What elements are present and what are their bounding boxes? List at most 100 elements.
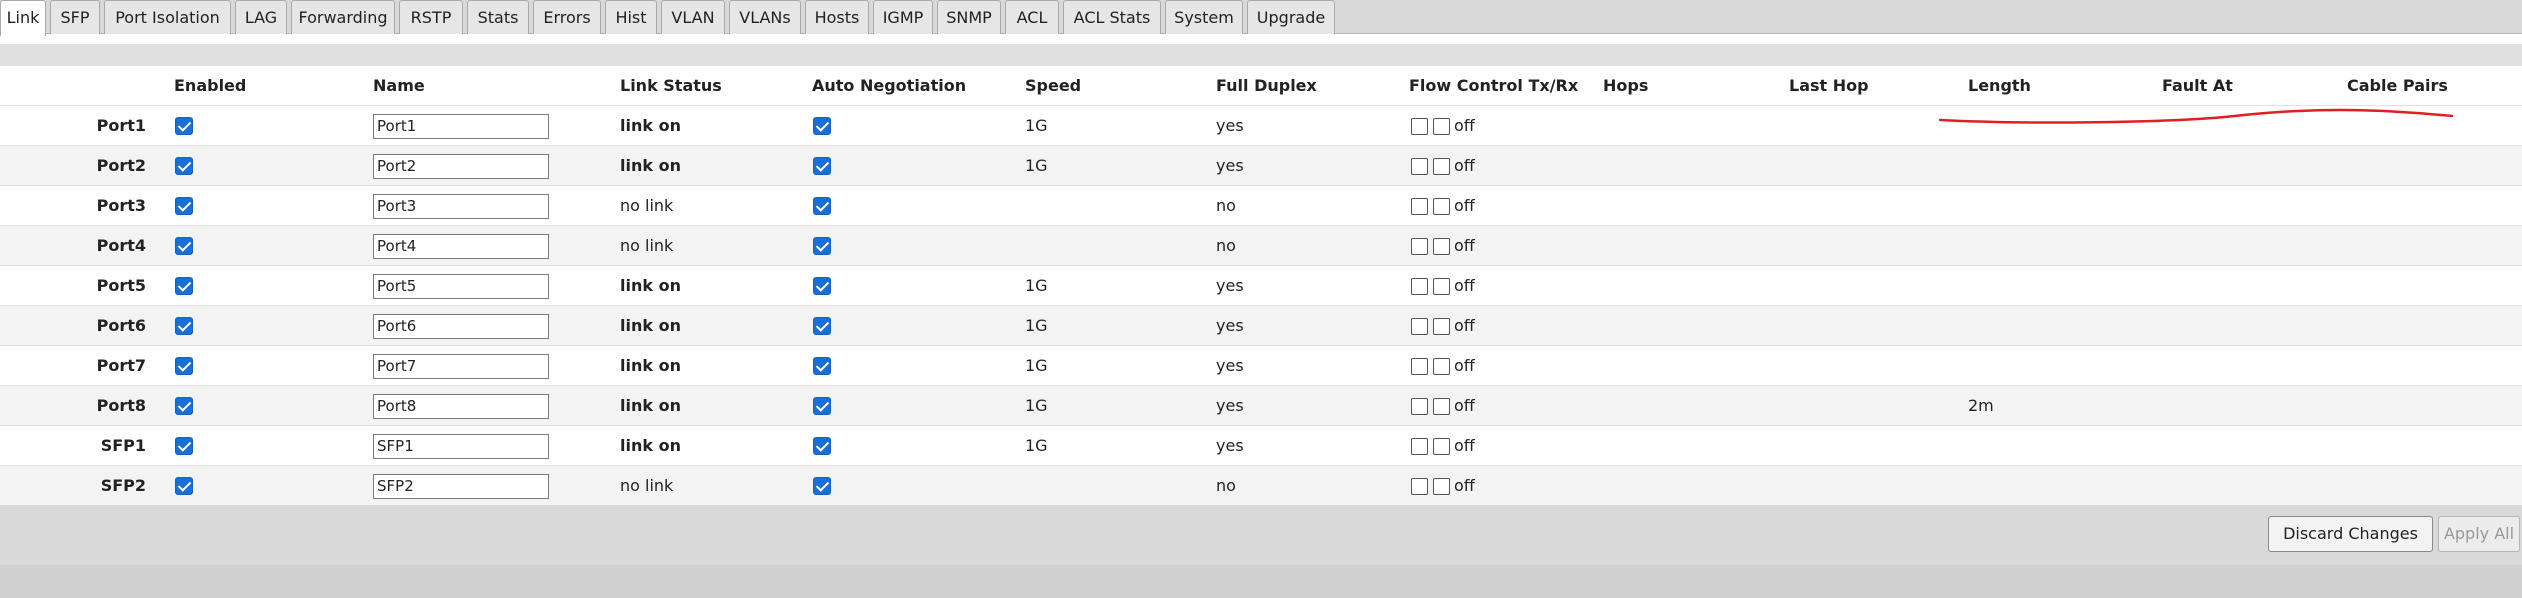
tab-acl[interactable]: ACL xyxy=(1005,0,1059,34)
speed-value: 1G xyxy=(1025,156,1048,175)
tab-link[interactable]: Link xyxy=(0,0,46,36)
enabled-checkbox[interactable] xyxy=(175,157,193,175)
full-duplex-value: yes xyxy=(1216,276,1244,295)
auto-negotiation-checkbox[interactable] xyxy=(813,357,831,375)
flow-control-tx-checkbox[interactable] xyxy=(1411,358,1428,375)
column-header-name: Name xyxy=(373,76,425,95)
table-row: Port4 Port4 no link no off xyxy=(0,225,2522,265)
column-header-enabled: Enabled xyxy=(174,76,247,95)
flow-control-rx-checkbox[interactable] xyxy=(1433,398,1450,415)
port-label: Port1 xyxy=(96,116,146,135)
full-duplex-value: yes xyxy=(1216,316,1244,335)
port-name-input[interactable]: Port4 xyxy=(373,234,549,259)
flow-control-value: off xyxy=(1454,356,1475,375)
tab-snmp[interactable]: SNMP xyxy=(937,0,1001,34)
flow-control-value: off xyxy=(1454,396,1475,415)
flow-control-value: off xyxy=(1454,476,1475,495)
auto-negotiation-checkbox[interactable] xyxy=(813,157,831,175)
port-name-input[interactable]: Port6 xyxy=(373,314,549,339)
flow-control-rx-checkbox[interactable] xyxy=(1433,438,1450,455)
enabled-checkbox[interactable] xyxy=(175,317,193,335)
tab-acl-stats[interactable]: ACL Stats xyxy=(1063,0,1161,34)
flow-control-tx-checkbox[interactable] xyxy=(1411,318,1428,335)
flow-control-rx-checkbox[interactable] xyxy=(1433,198,1450,215)
enabled-checkbox[interactable] xyxy=(175,397,193,415)
enabled-checkbox[interactable] xyxy=(175,477,193,495)
tab-sfp[interactable]: SFP xyxy=(50,0,100,34)
port-name-input[interactable]: Port3 xyxy=(373,194,549,219)
flow-control-tx-checkbox[interactable] xyxy=(1411,398,1428,415)
table-row: Port3 Port3 no link no off xyxy=(0,185,2522,225)
tab-rstp[interactable]: RSTP xyxy=(399,0,463,34)
link-status: link on xyxy=(620,276,681,295)
table-row: SFP2 SFP2 no link no off xyxy=(0,465,2522,505)
tab-lag[interactable]: LAG xyxy=(235,0,287,34)
flow-control-rx-checkbox[interactable] xyxy=(1433,478,1450,495)
enabled-checkbox[interactable] xyxy=(175,437,193,455)
tab-hosts[interactable]: Hosts xyxy=(805,0,869,34)
port-label: SFP1 xyxy=(100,436,146,455)
link-status: link on xyxy=(620,356,681,375)
flow-control-rx-checkbox[interactable] xyxy=(1433,118,1450,135)
discard-changes-button[interactable]: Discard Changes xyxy=(2268,516,2433,552)
flow-control-rx-checkbox[interactable] xyxy=(1433,278,1450,295)
column-header-length: Length xyxy=(1968,76,2031,95)
port-name-input[interactable]: Port2 xyxy=(373,154,549,179)
speed-value: 1G xyxy=(1025,316,1048,335)
column-header-auto-negotiation: Auto Negotiation xyxy=(812,76,967,95)
flow-control-tx-checkbox[interactable] xyxy=(1411,278,1428,295)
flow-control-value: off xyxy=(1454,196,1475,215)
port-name-input[interactable]: Port5 xyxy=(373,274,549,299)
tab-port-isolation[interactable]: Port Isolation xyxy=(104,0,231,34)
auto-negotiation-checkbox[interactable] xyxy=(813,317,831,335)
full-duplex-value: yes xyxy=(1216,356,1244,375)
auto-negotiation-checkbox[interactable] xyxy=(813,277,831,295)
flow-control-rx-checkbox[interactable] xyxy=(1433,358,1450,375)
bottom-strip xyxy=(0,565,2522,598)
table-row: Port8 Port8 link on 1G yes off 2m xyxy=(0,385,2522,425)
apply-all-button[interactable]: Apply All xyxy=(2438,516,2520,552)
tab-hist[interactable]: Hist xyxy=(605,0,657,34)
flow-control-tx-checkbox[interactable] xyxy=(1411,158,1428,175)
tab-errors[interactable]: Errors xyxy=(533,0,601,34)
tab-igmp[interactable]: IGMP xyxy=(873,0,933,34)
flow-control-tx-checkbox[interactable] xyxy=(1411,438,1428,455)
port-name-input[interactable]: Port1 xyxy=(373,114,549,139)
port-name-input[interactable]: Port7 xyxy=(373,354,549,379)
tab-vlans[interactable]: VLANs xyxy=(729,0,801,34)
tab-stats[interactable]: Stats xyxy=(467,0,529,34)
port-name-input[interactable]: Port8 xyxy=(373,394,549,419)
flow-control-rx-checkbox[interactable] xyxy=(1433,238,1450,255)
link-status: no link xyxy=(620,196,674,215)
full-duplex-value: yes xyxy=(1216,116,1244,135)
tab-vlan[interactable]: VLAN xyxy=(661,0,725,34)
column-header-link-status: Link Status xyxy=(620,76,722,95)
flow-control-rx-checkbox[interactable] xyxy=(1433,318,1450,335)
auto-negotiation-checkbox[interactable] xyxy=(813,477,831,495)
red-annotation-stroke xyxy=(1938,108,2454,124)
footer-bar xyxy=(0,505,2522,565)
flow-control-rx-checkbox[interactable] xyxy=(1433,158,1450,175)
tab-upgrade[interactable]: Upgrade xyxy=(1247,0,1335,34)
auto-negotiation-checkbox[interactable] xyxy=(813,237,831,255)
flow-control-tx-checkbox[interactable] xyxy=(1411,118,1428,135)
link-status: link on xyxy=(620,316,681,335)
tab-system[interactable]: System xyxy=(1165,0,1243,34)
auto-negotiation-checkbox[interactable] xyxy=(813,397,831,415)
port-name-input[interactable]: SFP2 xyxy=(373,474,549,499)
flow-control-tx-checkbox[interactable] xyxy=(1411,478,1428,495)
enabled-checkbox[interactable] xyxy=(175,237,193,255)
enabled-checkbox[interactable] xyxy=(175,357,193,375)
column-header-cable-pairs: Cable Pairs xyxy=(2347,76,2448,95)
enabled-checkbox[interactable] xyxy=(175,197,193,215)
auto-negotiation-checkbox[interactable] xyxy=(813,117,831,135)
enabled-checkbox[interactable] xyxy=(175,277,193,295)
flow-control-tx-checkbox[interactable] xyxy=(1411,198,1428,215)
flow-control-tx-checkbox[interactable] xyxy=(1411,238,1428,255)
auto-negotiation-checkbox[interactable] xyxy=(813,437,831,455)
enabled-checkbox[interactable] xyxy=(175,117,193,135)
port-name-input[interactable]: SFP1 xyxy=(373,434,549,459)
auto-negotiation-checkbox[interactable] xyxy=(813,197,831,215)
tab-forwarding[interactable]: Forwarding xyxy=(291,0,395,34)
length-value: 2m xyxy=(1968,396,1994,415)
